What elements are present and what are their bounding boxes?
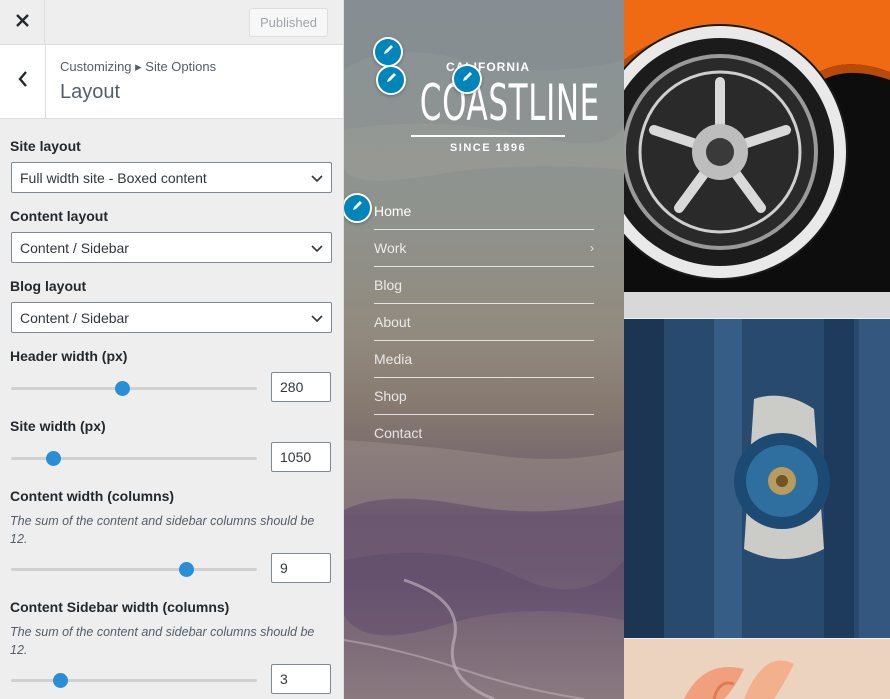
chevron-down-icon <box>311 241 323 257</box>
content-width-label: Content width (columns) <box>10 488 175 504</box>
nav-item-blog[interactable]: Blog <box>374 267 594 304</box>
content-width-slider[interactable] <box>11 561 257 577</box>
content-layout-value: Content / Sidebar <box>20 239 129 256</box>
site-logo[interactable]: CALIFORNIA COASTLINE SINCE 1896 <box>378 60 600 154</box>
pencil-icon <box>382 43 395 61</box>
edit-shortcut-tagline[interactable] <box>376 65 406 95</box>
section-title-bar: Customizing ▸ Site Options Layout <box>0 45 343 119</box>
content-layout-label: Content layout <box>10 208 108 224</box>
nav-item-label: Work <box>374 240 407 256</box>
nav-item-shop[interactable]: Shop <box>374 378 594 415</box>
portfolio-tile-flower[interactable] <box>624 639 890 699</box>
sidebar-width-label: Content Sidebar width (columns) <box>10 599 230 615</box>
sidebar-width-input[interactable]: 3 <box>271 664 331 694</box>
site-width-input[interactable]: 1050 <box>271 442 331 472</box>
nav-item-work[interactable]: Work › <box>374 230 594 267</box>
pencil-icon <box>385 71 398 89</box>
pencil-icon <box>351 199 364 217</box>
slider-handle[interactable] <box>178 562 194 577</box>
chevron-down-icon <box>311 171 323 187</box>
back-button[interactable] <box>0 45 46 118</box>
chevron-down-icon <box>311 311 323 327</box>
header-width-input[interactable]: 280 <box>271 372 331 402</box>
customizer-panel: Published Customizing ▸ Site Options Lay… <box>0 0 344 699</box>
publish-button[interactable]: Published <box>249 8 328 37</box>
slider-track <box>11 387 257 390</box>
logo-divider <box>411 135 565 137</box>
content-width-description: The sum of the content and sidebar colum… <box>10 514 315 546</box>
flower-photo <box>624 639 890 699</box>
nav-item-home[interactable]: Home <box>374 193 594 230</box>
blog-layout-select[interactable]: Content / Sidebar <box>11 302 332 333</box>
site-width-label: Site width (px) <box>10 418 106 434</box>
edit-shortcut-logo[interactable] <box>452 64 482 94</box>
submenu-arrow-icon: › <box>590 241 594 255</box>
header-width-slider[interactable] <box>11 380 257 396</box>
customizer-header: Published <box>0 0 343 45</box>
site-layout-label: Site layout <box>10 138 81 154</box>
nav-item-contact[interactable]: Contact <box>374 415 594 452</box>
slider-handle[interactable] <box>114 381 130 396</box>
close-icon <box>15 13 29 32</box>
site-header: CALIFORNIA COASTLINE SINCE 1896 Home Wor… <box>344 0 624 699</box>
site-navigation: Home Work › Blog About Media Shop Contac… <box>374 193 594 452</box>
slider-handle[interactable] <box>45 451 61 466</box>
edit-shortcut-site-title[interactable] <box>373 37 403 67</box>
logo-tagline-bottom: SINCE 1896 <box>449 142 527 154</box>
blog-layout-value: Content / Sidebar <box>20 309 129 326</box>
chevron-left-icon <box>17 71 28 92</box>
sidebar-width-description: The sum of the content and sidebar colum… <box>10 625 315 657</box>
section-title: Layout <box>60 81 121 103</box>
wheel-photo <box>624 0 890 318</box>
site-layout-select[interactable]: Full width site - Boxed content <box>11 162 332 193</box>
site-preview: CALIFORNIA COASTLINE SINCE 1896 Home Wor… <box>344 0 890 699</box>
breadcrumb: Customizing ▸ Site Options <box>60 59 217 74</box>
sidebar-width-slider[interactable] <box>11 672 257 688</box>
slider-handle[interactable] <box>53 673 69 688</box>
blog-layout-label: Blog layout <box>10 278 87 294</box>
header-width-label: Header width (px) <box>10 348 128 364</box>
door-photo <box>624 319 890 638</box>
nav-item-media[interactable]: Media <box>374 341 594 378</box>
pencil-icon <box>461 70 474 88</box>
logo-tagline-top: CALIFORNIA <box>446 60 530 74</box>
portfolio-tile-wheel[interactable] <box>624 0 890 318</box>
slider-track <box>11 568 257 571</box>
site-layout-value: Full width site - Boxed content <box>20 169 207 186</box>
nav-item-about[interactable]: About <box>374 304 594 341</box>
close-button[interactable] <box>0 0 45 45</box>
content-width-input[interactable]: 9 <box>271 553 331 583</box>
portfolio-tile-door[interactable] <box>624 319 890 638</box>
site-width-slider[interactable] <box>11 450 257 466</box>
content-layout-select[interactable]: Content / Sidebar <box>11 232 332 263</box>
slider-track <box>11 679 257 682</box>
logo-wordmark: COASTLINE <box>419 74 600 132</box>
